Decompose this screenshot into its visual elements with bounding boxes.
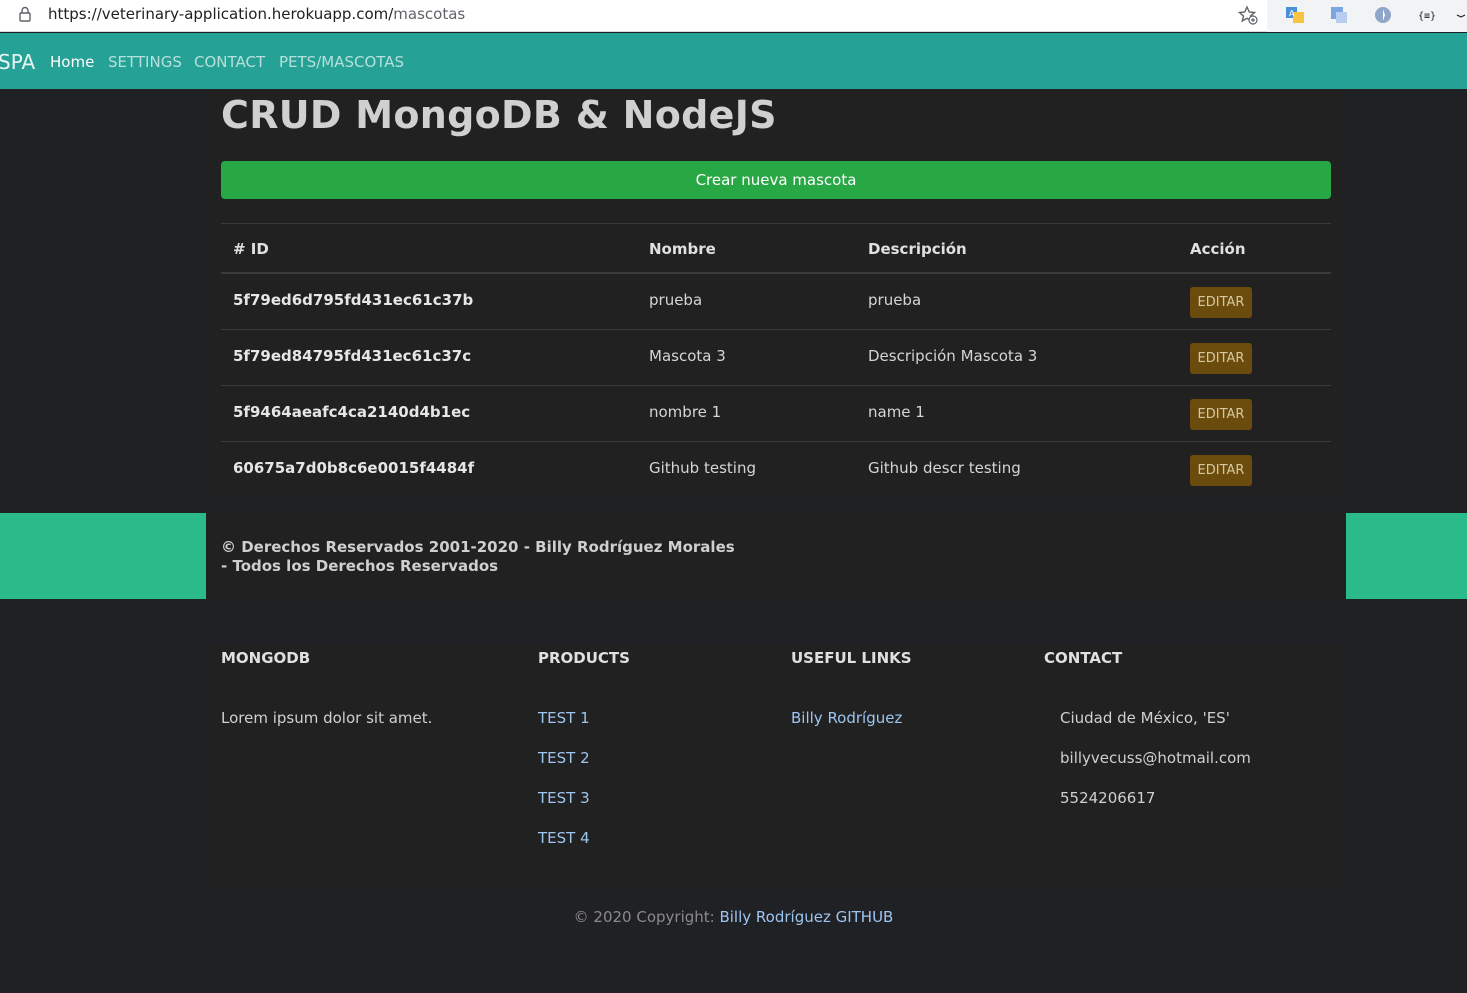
row-id: 60675a7d0b8c6e0015f4484f	[233, 459, 475, 477]
footer-contact-phone: 5524206617	[1060, 789, 1156, 807]
url-host: https://veterinary-application.herokuapp…	[48, 5, 394, 23]
url-path: mascotas	[393, 5, 466, 23]
row-id: 5f9464aeafc4ca2140d4b1ec	[233, 403, 471, 421]
svg-text:{≡}: {≡}	[1418, 11, 1436, 22]
pets-table: # ID Nombre Descripción Acción 5f79ed6d7…	[221, 223, 1331, 498]
lock-icon	[19, 6, 31, 22]
navbar-brand[interactable]: SPA	[0, 50, 35, 74]
navbar: SPA Home SETTINGS CONTACT PETS/MASCOTAS	[0, 33, 1467, 89]
rights-band-left	[0, 513, 206, 599]
header-id: # ID	[233, 240, 269, 258]
rights-line-1: © Derechos Reservados 2001-2020 - Billy …	[221, 538, 735, 556]
table-row: 60675a7d0b8c6e0015f4484f Github testing …	[221, 442, 1331, 498]
main-container: CRUD MongoDB & NodeJS Crear nueva mascot…	[206, 89, 1346, 494]
header-nombre: Nombre	[649, 240, 716, 258]
bookmark-star-icon[interactable]	[1237, 4, 1259, 26]
svg-text:A: A	[1289, 9, 1295, 18]
translate-extension-icon[interactable]: A	[1285, 5, 1305, 25]
footer-product-link[interactable]: TEST 2	[538, 749, 590, 767]
edit-button[interactable]: EDITAR	[1190, 343, 1252, 374]
footer-useful-links-title: USEFUL LINKS	[791, 649, 912, 667]
extensions-toolbar: A {≡}	[1267, 0, 1467, 32]
header-descripcion: Descripción	[868, 240, 967, 258]
footer-products-title: PRODUCTS	[538, 649, 630, 667]
nav-contact[interactable]: CONTACT	[194, 53, 265, 71]
copyright-github-link[interactable]: Billy Rodríguez GITHUB	[719, 908, 893, 926]
extension-circle-icon[interactable]	[1373, 5, 1393, 25]
rights-band-right	[1346, 513, 1467, 599]
rights-band: © Derechos Reservados 2001-2020 - Billy …	[206, 513, 1346, 599]
nav-home[interactable]: Home	[50, 53, 94, 71]
edit-button[interactable]: EDITAR	[1190, 287, 1252, 318]
table-header: # ID Nombre Descripción Acción	[221, 224, 1331, 274]
footer-contact-title: CONTACT	[1044, 649, 1123, 667]
row-descripcion: name 1	[868, 403, 925, 421]
rights-line-2: - Todos los Derechos Reservados	[221, 557, 499, 575]
footer-contact-city: Ciudad de México, 'ES'	[1060, 709, 1230, 727]
row-nombre: Github testing	[649, 459, 756, 477]
row-id: 5f79ed6d795fd431ec61c37b	[233, 291, 474, 309]
footer-useful-link[interactable]: Billy Rodríguez	[791, 709, 902, 727]
footer-mongodb-title: MONGODB	[221, 649, 311, 667]
nav-settings[interactable]: SETTINGS	[108, 53, 182, 71]
json-extension-icon[interactable]: {≡}	[1417, 5, 1437, 25]
footer-product-link[interactable]: TEST 3	[538, 789, 590, 807]
url-field[interactable]: https://veterinary-application.herokuapp…	[48, 5, 465, 23]
row-nombre: Mascota 3	[649, 347, 726, 365]
row-nombre: prueba	[649, 291, 703, 309]
extension-overflow-icon[interactable]	[1455, 5, 1467, 25]
footer-product-link[interactable]: TEST 4	[538, 829, 590, 847]
table-row: 5f79ed84795fd431ec61c37c Mascota 3 Descr…	[221, 330, 1331, 386]
edit-button[interactable]: EDITAR	[1190, 399, 1252, 430]
header-accion: Acción	[1190, 240, 1246, 258]
footer: MONGODB Lorem ipsum dolor sit amet. PROD…	[206, 645, 1346, 887]
create-pet-button[interactable]: Crear nueva mascota	[221, 161, 1331, 199]
row-nombre: nombre 1	[649, 403, 722, 421]
edit-button[interactable]: EDITAR	[1190, 455, 1252, 486]
page-title: CRUD MongoDB & NodeJS	[221, 93, 777, 137]
footer-product-link[interactable]: TEST 1	[538, 709, 590, 727]
copyright: © 2020 Copyright: Billy Rodríguez GITHUB	[0, 908, 1467, 926]
footer-contact-email: billyvecuss@hotmail.com	[1060, 749, 1251, 767]
row-descripcion: Github descr testing	[868, 459, 1021, 477]
table-row: 5f9464aeafc4ca2140d4b1ec nombre 1 name 1…	[221, 386, 1331, 442]
footer-mongodb-text: Lorem ipsum dolor sit amet.	[221, 709, 433, 727]
rights-text: © Derechos Reservados 2001-2020 - Billy …	[221, 538, 735, 576]
nav-pets-mascotas[interactable]: PETS/MASCOTAS	[279, 53, 404, 71]
copyright-text: © 2020 Copyright:	[573, 908, 720, 926]
row-id: 5f79ed84795fd431ec61c37c	[233, 347, 472, 365]
table-row: 5f79ed6d795fd431ec61c37b prueba prueba E…	[221, 274, 1331, 330]
browser-address-bar: https://veterinary-application.herokuapp…	[0, 0, 1467, 32]
row-descripcion: prueba	[868, 291, 922, 309]
translate-page-icon[interactable]	[1329, 5, 1349, 25]
row-descripcion: Descripción Mascota 3	[868, 347, 1038, 365]
